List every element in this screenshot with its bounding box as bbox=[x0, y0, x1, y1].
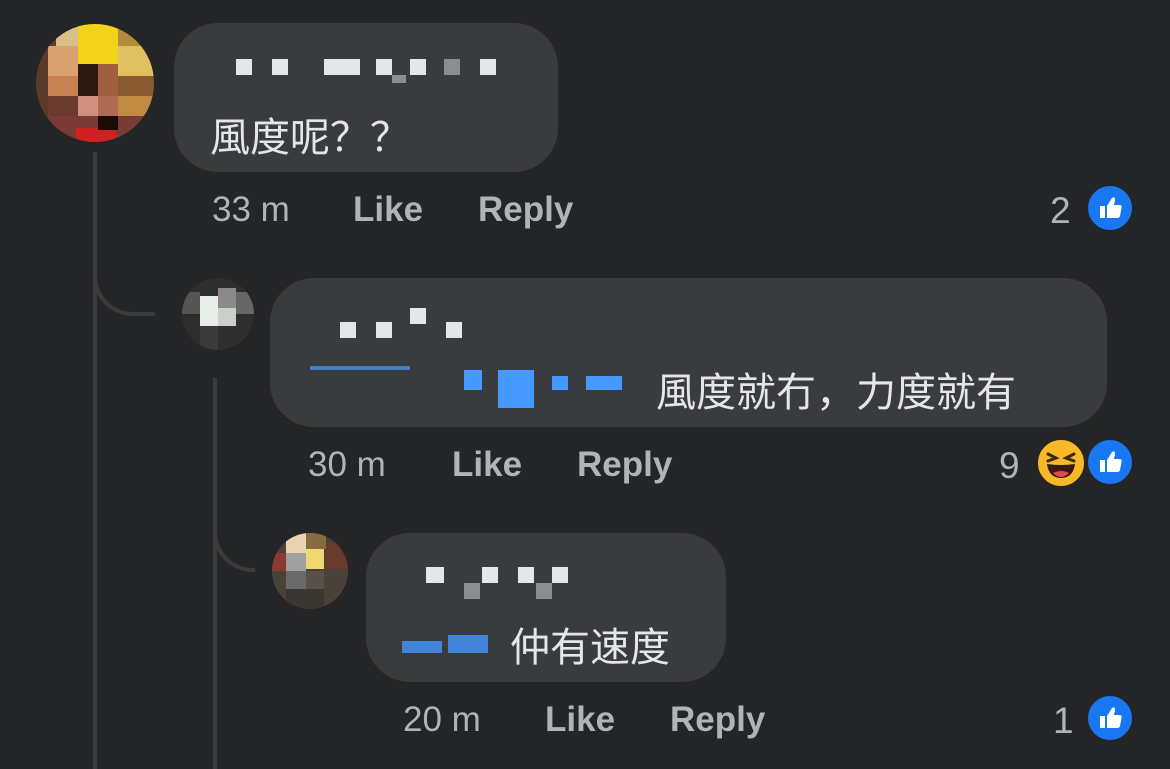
thread-connector bbox=[93, 260, 155, 316]
mention-redacted[interactable] bbox=[310, 366, 630, 410]
author-name-redacted[interactable] bbox=[426, 567, 646, 607]
author-name-redacted[interactable] bbox=[310, 308, 510, 338]
reply-text: 風度就冇，力度就有 bbox=[656, 370, 1016, 416]
comment-time[interactable]: 33 m bbox=[212, 190, 290, 230]
avatar[interactable] bbox=[182, 278, 254, 350]
reply-thread-connector bbox=[213, 520, 255, 572]
comment-text: 風度呢？？ bbox=[210, 115, 410, 161]
reply-button[interactable]: Reply bbox=[478, 190, 573, 230]
comment-thread: 風度呢？？ 33 m Like Reply 2 風度就冇，力度就有 30 m L… bbox=[0, 0, 1170, 769]
avatar[interactable] bbox=[272, 533, 348, 609]
reply-button[interactable]: Reply bbox=[577, 445, 672, 485]
reply-text: 仲有速度 bbox=[510, 625, 670, 671]
reply-bubble: 風度就冇，力度就有 bbox=[270, 278, 1107, 427]
comment-time[interactable]: 20 m bbox=[403, 700, 481, 740]
like-button[interactable]: Like bbox=[452, 445, 522, 485]
haha-icon[interactable] bbox=[1036, 438, 1086, 488]
avatar[interactable] bbox=[36, 24, 154, 142]
comment-bubble: 風度呢？？ bbox=[174, 23, 558, 172]
like-icon[interactable] bbox=[1086, 184, 1134, 232]
like-icon[interactable] bbox=[1086, 694, 1134, 742]
reaction-count[interactable]: 2 bbox=[1050, 190, 1071, 232]
reply-bubble: 仲有速度 bbox=[366, 533, 726, 682]
author-name-redacted[interactable] bbox=[236, 59, 536, 83]
mention-redacted[interactable] bbox=[402, 627, 492, 657]
like-icon[interactable] bbox=[1086, 438, 1134, 486]
reaction-count[interactable]: 1 bbox=[1053, 700, 1074, 742]
like-button[interactable]: Like bbox=[545, 700, 615, 740]
reply-button[interactable]: Reply bbox=[670, 700, 765, 740]
reaction-count[interactable]: 9 bbox=[999, 445, 1020, 487]
comment-time[interactable]: 30 m bbox=[308, 445, 386, 485]
like-button[interactable]: Like bbox=[353, 190, 423, 230]
thread-line bbox=[93, 152, 97, 769]
reply-thread-line bbox=[213, 378, 217, 769]
